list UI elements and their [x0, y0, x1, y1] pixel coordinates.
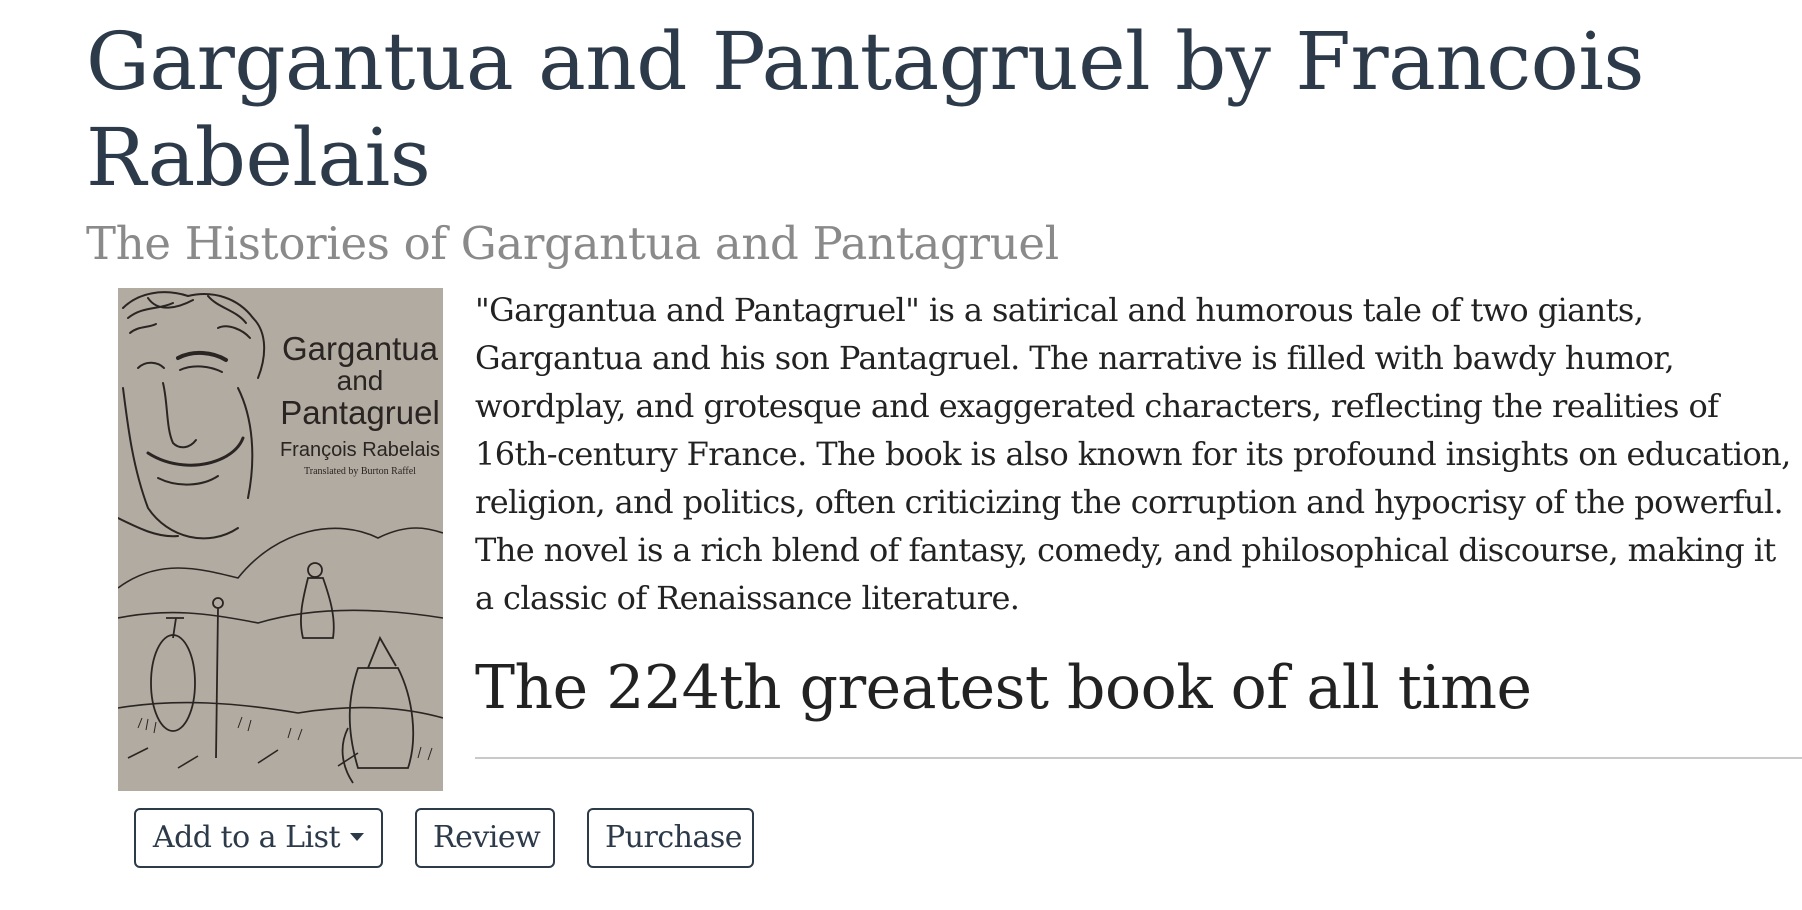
- book-description: "Gargantua and Pantagruel" is a satirica…: [475, 291, 1791, 617]
- book-rank-heading: The 224th greatest book of all time: [475, 653, 1532, 723]
- divider: [475, 757, 1802, 759]
- cover-title-line1: Gargantua: [282, 330, 439, 367]
- book-subtitle: The Histories of Gargantua and Pantagrue…: [86, 217, 1059, 270]
- cover-title-line2: and: [337, 365, 384, 396]
- page-title: Gargantua and Pantagruel by Francois Rab…: [86, 15, 1644, 204]
- purchase-button[interactable]: Purchase: [587, 808, 754, 868]
- add-to-list-label: Add to a List: [152, 820, 341, 855]
- cover-title-line3: Pantagruel: [280, 394, 440, 431]
- cover-translator: Translated by Burton Raffel: [304, 466, 416, 477]
- add-to-list-button[interactable]: Add to a List: [134, 808, 383, 868]
- review-button[interactable]: Review: [415, 808, 555, 868]
- caret-down-icon: [350, 833, 365, 841]
- book-cover-image: Gargantua and Pantagruel François Rabela…: [118, 288, 443, 791]
- book-detail-page: Gargantua and Pantagruel by Francois Rab…: [0, 0, 1802, 910]
- cover-author: François Rabelais: [280, 439, 440, 461]
